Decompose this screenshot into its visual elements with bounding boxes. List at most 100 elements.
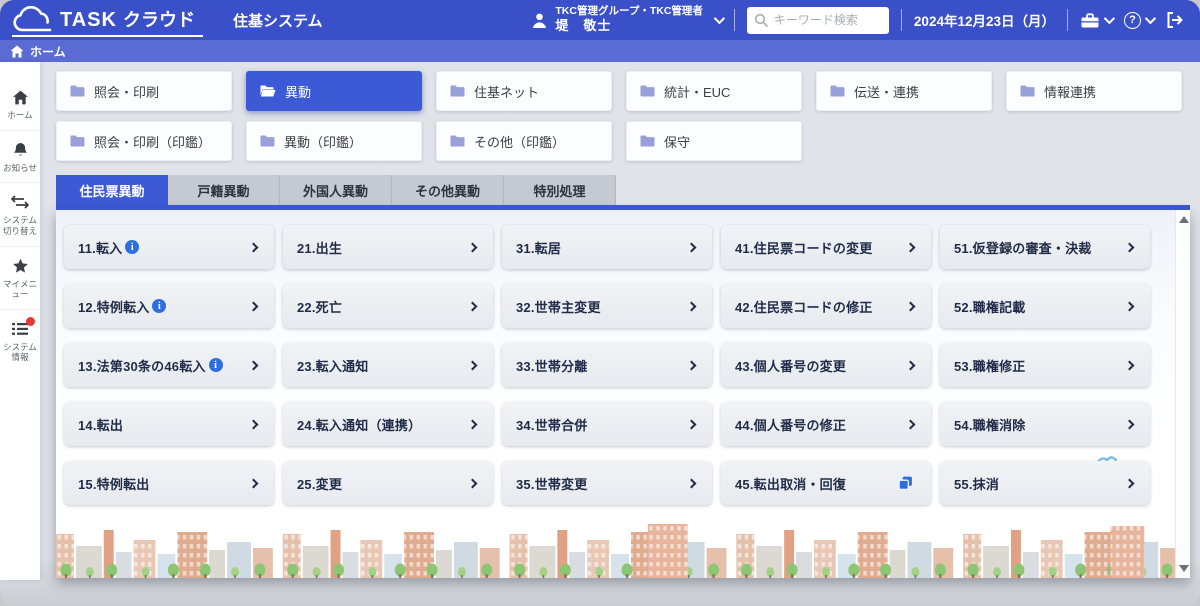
tab-label: 外国人異動 [303,181,368,200]
folder-open-icon [260,85,276,97]
sidebar-item-label: ホーム [1,110,39,121]
menu-item[interactable]: 21.出生 [283,225,493,269]
category-hoshu[interactable]: 保守 [626,121,802,161]
chevron-right-icon [249,419,259,429]
chevron-right-icon [249,301,259,311]
search-icon [754,13,768,27]
tab-koseki-ido[interactable]: 戸籍異動 [168,175,280,205]
category-label: 伝送・連携 [854,82,919,101]
menu-grid: 11.転入i 12.特例転入i 13.法第30条の46転入i 14.転出 15.… [64,225,1150,505]
menu-item-label: 44.個人番号の修正 [735,415,846,434]
user-menu[interactable]: TKC管理グループ・TKC管理者 堤 敬士 [531,5,722,34]
sidebar-item-home[interactable]: ホーム [0,78,40,130]
chevron-down-icon [1104,13,1115,24]
user-name: 堤 敬士 [555,18,703,34]
menu-item-label: 23.転入通知 [297,356,368,375]
tab-gaikokujin-ido[interactable]: 外国人異動 [280,175,392,205]
folder-icon [1020,85,1035,97]
menu-item[interactable]: 32.世帯主変更 [502,284,712,328]
menu-item-label: 54.職権消除 [954,415,1025,434]
menu-item[interactable]: 15.特例転出 [64,461,274,505]
menu-item[interactable]: 13.法第30条の46転入i [64,343,274,387]
menu-item[interactable]: 35.世帯変更 [502,461,712,505]
chevron-right-icon [468,478,478,488]
menu-item-label: 11.転入 [78,238,122,257]
menu-item-label: 41.住民票コードの変更 [735,238,872,257]
menu-item[interactable]: 51.仮登録の審査・決裁 [940,225,1150,269]
menu-item[interactable]: 42.住民票コードの修正 [721,284,931,328]
category-juki-net[interactable]: 住基ネット [436,71,612,111]
category-densou-renkei[interactable]: 伝送・連携 [816,71,992,111]
menu-item-label: 51.仮登録の審査・決裁 [954,238,1091,257]
folder-icon [260,135,275,147]
sidebar-item-label: お知らせ [1,163,39,174]
menu-item[interactable]: 24.転入通知（連携） [283,402,493,446]
category-ido-inkan[interactable]: 異動（印鑑） [246,121,422,161]
help-menu-button[interactable]: ? [1124,12,1153,29]
menu-item-label: 15.特例転出 [78,474,149,493]
menu-item[interactable]: 23.転入通知 [283,343,493,387]
tools-menu-button[interactable] [1080,12,1112,29]
menu-item[interactable]: 54.職権消除 [940,402,1150,446]
scroll-up-arrow[interactable] [1179,216,1189,223]
category-shokai-insatsu-inkan[interactable]: 照会・印刷（印鑑） [56,121,232,161]
menu-item[interactable]: 31.転居 [502,225,712,269]
folder-icon [830,85,845,97]
menu-item[interactable]: 41.住民票コードの変更 [721,225,931,269]
menu-item[interactable]: 44.個人番号の修正 [721,402,931,446]
menu-item-label: 14.転出 [78,415,123,434]
sidebar-item-system-switch[interactable]: システム切り替え [0,182,40,245]
tab-tokubetsu-shori[interactable]: 特別処理 [504,175,616,205]
menu-item-label: 35.世帯変更 [516,474,587,493]
menu-item[interactable]: 55.抹消 [940,461,1150,505]
category-shokai-insatsu[interactable]: 照会・印刷 [56,71,232,111]
category-toukei-euc[interactable]: 統計・EUC [626,71,802,111]
sidebar-item-my-menu[interactable]: マイメニュー [0,246,40,309]
category-label: 異動 [285,82,311,101]
menu-item-label: 22.死亡 [297,297,342,316]
vertical-scrollbar[interactable] [1175,210,1190,578]
breadcrumb-home[interactable]: ホーム [30,43,66,60]
search-input[interactable] [747,7,889,34]
category-jouhou-renkei[interactable]: 情報連携 [1006,71,1182,111]
home-icon [12,88,29,106]
chevron-right-icon [249,478,259,488]
category-label: 住基ネット [474,82,539,101]
menu-item[interactable]: 22.死亡 [283,284,493,328]
sidebar-item-system-info[interactable]: システム情報 [0,309,40,372]
menu-item-label: 31.転居 [516,238,561,257]
tab-juminhyo-ido[interactable]: 住民票異動 [56,175,168,205]
chevron-right-icon [906,360,916,370]
menu-item[interactable]: 34.世帯合併 [502,402,712,446]
sidebar-item-notifications[interactable]: お知らせ [0,130,40,183]
menu-item[interactable]: 52.職権記載 [940,284,1150,328]
info-icon[interactable]: i [152,299,166,313]
chevron-right-icon [687,242,697,252]
menu-item[interactable]: 11.転入i [64,225,274,269]
menu-item[interactable]: 45.転出取消・回復 [721,461,931,505]
scroll-down-arrow[interactable] [1179,565,1189,572]
category-sonota-inkan[interactable]: その他（印鑑） [436,121,612,161]
folder-icon [640,85,655,97]
star-icon [12,257,29,275]
tab-sonota-ido[interactable]: その他異動 [392,175,504,205]
cloud-logo-icon [12,6,54,32]
logout-button[interactable] [1165,11,1184,29]
menu-item[interactable]: 33.世帯分離 [502,343,712,387]
breadcrumb: ホーム [0,40,1200,62]
chevron-right-icon [1125,301,1135,311]
chevron-right-icon [468,301,478,311]
menu-item[interactable]: 25.変更 [283,461,493,505]
menu-item[interactable]: 12.特例転入i [64,284,274,328]
menu-item[interactable]: 14.転出 [64,402,274,446]
category-ido[interactable]: 異動 [246,71,422,111]
info-icon[interactable]: i [125,240,139,254]
keyword-search [747,7,889,34]
menu-item[interactable]: 53.職権修正 [940,343,1150,387]
copy-pages-icon [897,475,914,491]
brand-logo[interactable]: TASK クラウド [12,4,203,37]
chevron-right-icon [906,242,916,252]
menu-item[interactable]: 43.個人番号の変更 [721,343,931,387]
info-icon[interactable]: i [209,358,223,372]
user-text: TKC管理グループ・TKC管理者 堤 敬士 [555,5,703,34]
